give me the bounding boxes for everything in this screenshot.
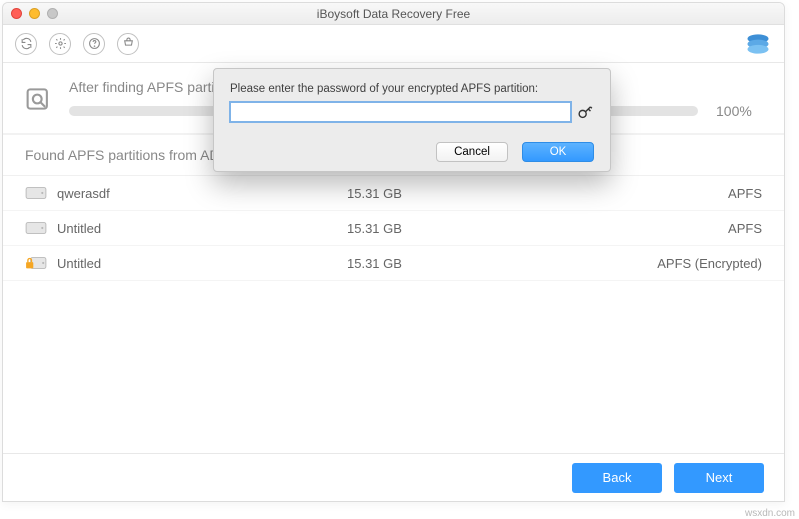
password-dialog: Please enter the password of your encryp… (213, 68, 611, 172)
dialog-message: Please enter the password of your encryp… (230, 83, 594, 95)
password-input[interactable] (230, 102, 571, 122)
main-window: iBoysoft Data Recovery Free After findin… (2, 2, 785, 502)
modal-overlay: Please enter the password of your encryp… (3, 3, 784, 501)
ok-button[interactable]: OK (522, 142, 594, 162)
watermark-text: wsxdn.com (745, 508, 795, 519)
key-icon[interactable] (577, 104, 594, 121)
cancel-button[interactable]: Cancel (436, 142, 508, 162)
